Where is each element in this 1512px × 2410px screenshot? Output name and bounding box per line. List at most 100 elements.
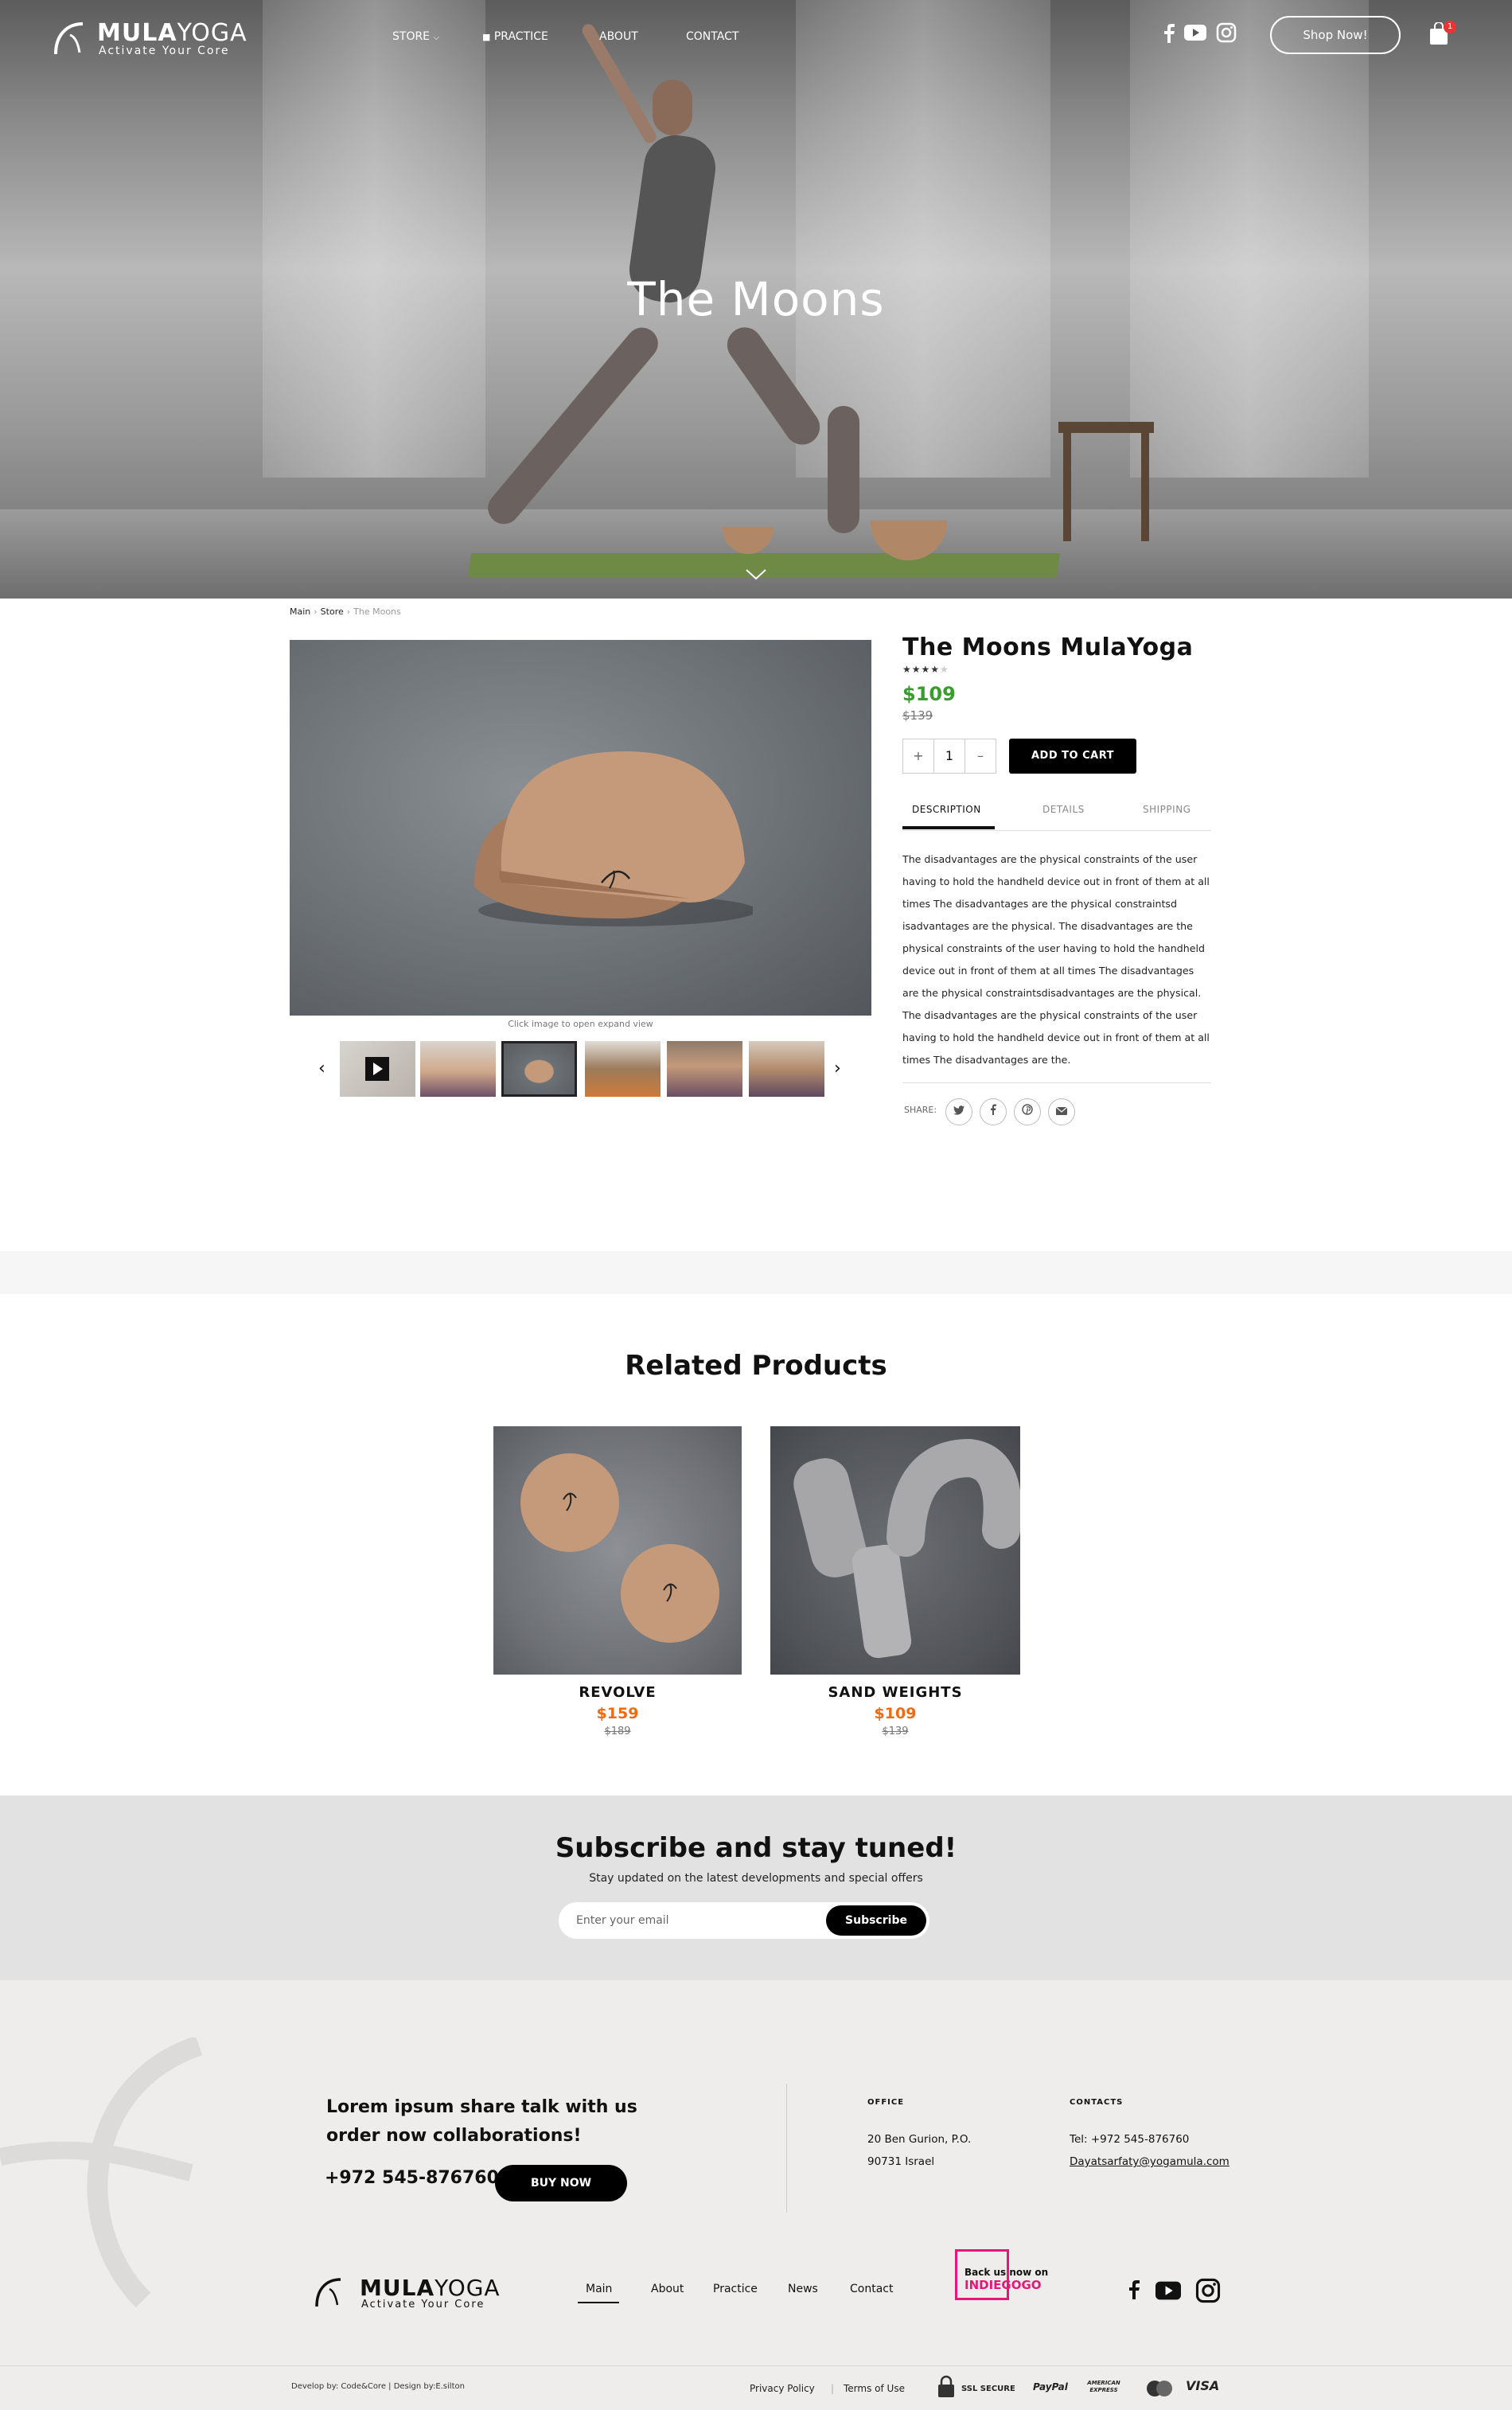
privacy-policy-link[interactable]: Privacy Policy <box>750 2383 815 2394</box>
product-card-old-price: $189 <box>604 1726 631 1737</box>
product-card-price: $159 <box>596 1705 639 1722</box>
buy-now-button[interactable]: BUY NOW <box>495 2165 627 2201</box>
footer-logo-wordmark[interactable]: MULAYOGA <box>360 2275 501 2301</box>
stool <box>1058 422 1154 541</box>
product-card-name[interactable]: SAND WEIGHTS <box>770 1684 1020 1701</box>
indiegogo-badge[interactable]: Back us now on INDIEGOGO <box>955 2249 1058 2300</box>
contacts-heading: CONTACTS <box>1070 2098 1124 2107</box>
footer-nav-about[interactable]: About <box>651 2283 684 2295</box>
tab-details[interactable]: DETAILS <box>1042 804 1085 815</box>
chevron-left-icon[interactable]: ‹ <box>318 1059 325 1078</box>
divider <box>902 1082 1211 1083</box>
logo-tagline: Activate Your Core <box>99 45 230 57</box>
instagram-icon[interactable] <box>1195 2278 1221 2307</box>
video-icon: ■ <box>482 32 491 42</box>
terms-link[interactable]: Terms of Use <box>844 2383 905 2394</box>
play-icon <box>365 1057 389 1081</box>
lock-icon <box>937 2375 955 2400</box>
footer-lead-text: Lorem ipsum share talk with us order now… <box>326 2097 637 2146</box>
gallery-thumb[interactable] <box>749 1041 824 1097</box>
shop-now-button[interactable]: Shop Now! <box>1270 16 1401 54</box>
breadcrumb-main[interactable]: Main <box>290 606 310 617</box>
nav-about[interactable]: ABOUT <box>599 30 638 43</box>
twitter-icon[interactable] <box>945 1098 972 1125</box>
cart-count-badge: 1 <box>1444 21 1456 33</box>
qty-decrease-button[interactable]: – <box>964 739 996 773</box>
facebook-icon[interactable] <box>980 1098 1007 1125</box>
chevron-right-icon[interactable]: › <box>834 1059 841 1078</box>
footer-nav-news[interactable]: News <box>788 2283 818 2295</box>
footer-logo-tagline: Activate Your Core <box>361 2299 485 2311</box>
qty-increase-button[interactable]: + <box>903 739 933 773</box>
indiegogo-line1: Back us now on <box>964 2267 1049 2278</box>
divider <box>0 2365 1512 2366</box>
contact-email-link[interactable]: Dayatsarfaty@yogamula.com <box>1070 2151 1229 2173</box>
subscribe-title: Subscribe and stay tuned! <box>555 1832 957 1864</box>
indiegogo-line2: INDIEGOGO <box>964 2278 1042 2292</box>
logo-icon[interactable] <box>312 2275 349 2310</box>
gallery-thumb[interactable] <box>667 1041 742 1097</box>
legal-separator: | <box>831 2383 835 2394</box>
nav-contact[interactable]: CONTACT <box>686 30 738 43</box>
contact-tel[interactable]: Tel: +972 545-876760 <box>1070 2128 1189 2151</box>
youtube-icon[interactable] <box>1184 25 1206 44</box>
product-price: $109 <box>902 683 956 705</box>
quantity-stepper: + 1 – <box>902 739 996 774</box>
gallery-thumb-active[interactable] <box>501 1041 577 1097</box>
footer-nav-main[interactable]: Main <box>586 2283 612 2295</box>
footer-nav-practice[interactable]: Practice <box>713 2283 758 2295</box>
pinterest-icon[interactable] <box>1014 1098 1041 1125</box>
qty-value[interactable]: 1 <box>933 739 964 773</box>
product-old-price: $139 <box>902 708 933 723</box>
mastercard-icon <box>1144 2380 1175 2400</box>
paypal-logo: PayPal <box>1033 2381 1068 2392</box>
product-card-image-revolve[interactable] <box>493 1426 742 1675</box>
subscribe-button[interactable]: Subscribe <box>826 1905 926 1936</box>
logo-icon[interactable] <box>51 19 92 59</box>
hero-title: The Moons <box>627 272 885 326</box>
email-icon[interactable] <box>1048 1098 1075 1125</box>
share-label: SHARE: <box>904 1105 937 1115</box>
star-rating: ★★★★★ <box>902 664 949 675</box>
active-nav-indicator <box>578 2302 619 2303</box>
nav-practice[interactable]: ■ PRACTICE <box>482 30 548 43</box>
gallery-thumb[interactable] <box>585 1041 661 1097</box>
facebook-icon[interactable] <box>1128 2279 1140 2303</box>
active-tab-indicator <box>902 826 995 829</box>
product-card-price: $109 <box>874 1705 917 1722</box>
chevron-down-icon: ⌵ <box>433 33 440 42</box>
developer-credit: Develop by: Code&Core | Design by:E.silt… <box>291 2382 465 2391</box>
visa-logo: VISA <box>1186 2378 1220 2393</box>
section-band <box>0 1251 1512 1294</box>
product-card-image-sand-weights[interactable] <box>770 1426 1020 1675</box>
gallery-thumb[interactable] <box>420 1041 496 1097</box>
office-heading: OFFICE <box>867 2098 905 2107</box>
gallery-caption: Click image to open expand view <box>508 1019 653 1029</box>
gallery-thumb-video[interactable] <box>340 1041 415 1097</box>
ssl-secure-badge: SSL SECURE <box>961 2385 1015 2393</box>
youtube-icon[interactable] <box>1155 2281 1181 2303</box>
facebook-icon[interactable] <box>1163 24 1175 46</box>
product-description: The disadvantages are the physical const… <box>902 853 1210 1066</box>
subscribe-subtitle: Stay updated on the latest developments … <box>589 1872 923 1885</box>
product-main-image[interactable] <box>290 640 871 1016</box>
product-card-old-price: $139 <box>882 1726 909 1737</box>
footer-phone[interactable]: +972 545-876760 <box>325 2168 499 2188</box>
logo-wordmark[interactable]: MULAYOGA <box>97 19 247 47</box>
related-products-title: Related Products <box>625 1350 887 1382</box>
footer-nav-contact[interactable]: Contact <box>850 2283 893 2295</box>
office-address-line: 90731 Israel <box>867 2155 935 2168</box>
tab-description[interactable]: DESCRIPTION <box>912 804 981 815</box>
instagram-icon[interactable] <box>1216 22 1237 46</box>
product-title: The Moons MulaYoga <box>902 634 1194 661</box>
tab-shipping[interactable]: SHIPPING <box>1143 804 1191 815</box>
cork-moon-block <box>474 751 753 926</box>
decorative-logo-curve <box>0 2038 203 2308</box>
top-nav: MULAYOGA Activate Your Core STORE ⌵ ■ PR… <box>0 0 1512 73</box>
chevron-down-icon[interactable] <box>744 567 768 583</box>
breadcrumb-store[interactable]: Store <box>321 606 344 617</box>
subscribe-section <box>0 1796 1512 1980</box>
product-card-name[interactable]: REVOLVE <box>493 1684 742 1701</box>
nav-store[interactable]: STORE ⌵ <box>392 30 439 43</box>
add-to-cart-button[interactable]: ADD TO CART <box>1009 739 1136 774</box>
